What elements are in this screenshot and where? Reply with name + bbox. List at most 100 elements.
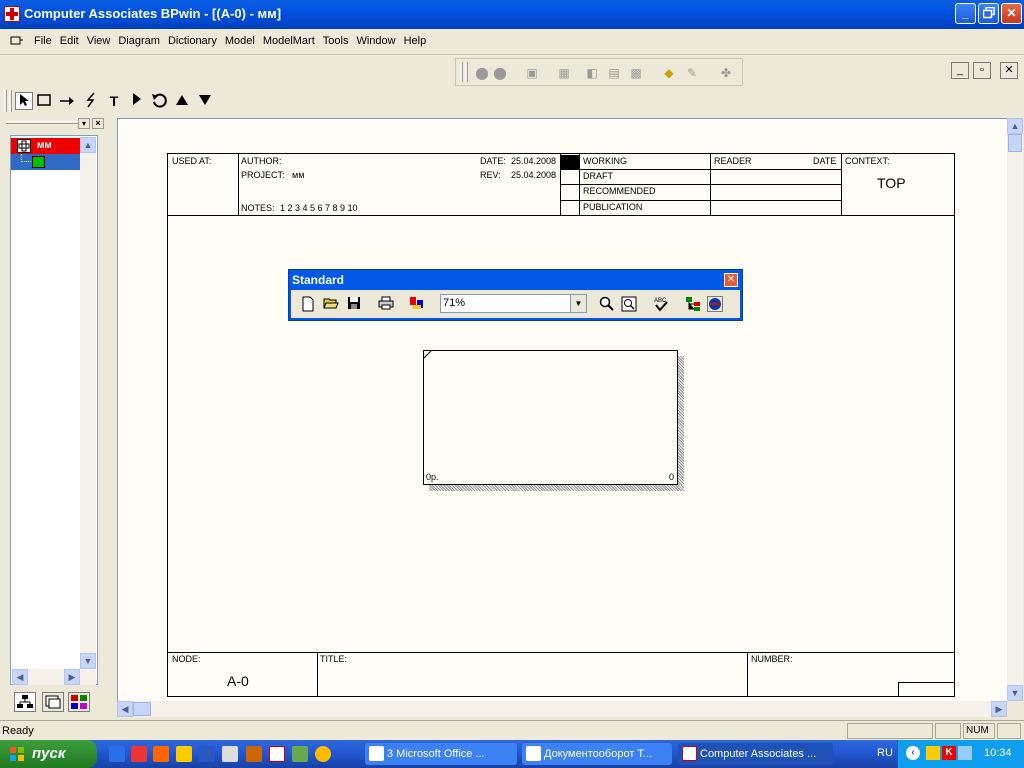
pointer-tool-icon[interactable]: [15, 92, 33, 110]
lock-icon[interactable]: ▣: [524, 65, 540, 81]
report-icon[interactable]: ▤: [606, 65, 622, 81]
pane-grip[interactable]: [6, 121, 78, 124]
quicklaunch-icon-9[interactable]: [292, 746, 308, 762]
close-button[interactable]: ✕: [1001, 3, 1022, 24]
arrow-tool-icon[interactable]: [58, 92, 76, 110]
menu-model[interactable]: Model: [221, 35, 259, 47]
connect-icon[interactable]: ⬤: [474, 65, 490, 81]
canvas-scroll-down-button[interactable]: ▼: [1007, 685, 1023, 701]
model-icon[interactable]: ▦: [556, 65, 572, 81]
text-tool-icon[interactable]: T: [105, 92, 123, 110]
tab-activities[interactable]: [14, 692, 36, 712]
task-microsoft-office[interactable]: 3 Microsoft Office ...: [365, 743, 517, 765]
chevron-down-icon[interactable]: ▼: [570, 295, 586, 312]
color-icon[interactable]: [409, 296, 425, 312]
grid-icon[interactable]: ▩: [628, 65, 644, 81]
open-icon[interactable]: [323, 296, 339, 312]
tray-icon-1[interactable]: [926, 746, 940, 760]
activity-box[interactable]: 0р. 0: [423, 350, 678, 485]
menu-edit[interactable]: Edit: [56, 35, 83, 47]
tree-horizontal-scrollbar[interactable]: ◀ ▶: [12, 669, 96, 685]
squiggle-tool-icon[interactable]: [82, 92, 100, 110]
canvas-hscroll-thumb[interactable]: [133, 702, 151, 716]
tab-diagrams[interactable]: [42, 692, 64, 712]
menu-view[interactable]: View: [83, 35, 115, 47]
canvas-scroll-right-button[interactable]: ▶: [991, 701, 1007, 717]
pane-close-button[interactable]: ×: [92, 118, 104, 129]
quicklaunch-icon-3[interactable]: [153, 746, 169, 762]
menu-tools[interactable]: Tools: [319, 35, 353, 47]
canvas-scroll-up-button[interactable]: ▲: [1007, 118, 1023, 134]
network-icon[interactable]: [958, 746, 972, 760]
task-documentooborot[interactable]: Документооборот Т...: [522, 743, 672, 765]
window-title: Computer Associates BPwin - [(A-0) - мм]: [24, 6, 282, 21]
canvas-vscroll-thumb[interactable]: [1008, 134, 1022, 152]
canvas-horizontal-scrollbar[interactable]: ◀ ▶: [117, 701, 1007, 717]
restore-button[interactable]: [978, 3, 999, 24]
antivirus-icon[interactable]: K: [942, 746, 956, 760]
quicklaunch-icon-7[interactable]: [246, 746, 262, 762]
menu-help[interactable]: Help: [400, 35, 431, 47]
minimize-button[interactable]: _: [955, 3, 976, 24]
project-value: мм: [292, 170, 305, 180]
menu-dictionary[interactable]: Dictionary: [164, 35, 221, 47]
mdi-minimize-button[interactable]: _: [951, 62, 969, 79]
users-icon[interactable]: ◆: [661, 65, 677, 81]
outlook-icon[interactable]: [176, 746, 192, 762]
bpwin-quicklaunch-icon[interactable]: [269, 746, 285, 762]
model-explorer-icon[interactable]: [685, 296, 701, 312]
go-to-child-icon[interactable]: [128, 92, 146, 110]
tree-root-item[interactable]: мм: [11, 138, 81, 154]
document-icon[interactable]: [10, 35, 24, 47]
taskbar: пуск 3 Microsoft Office ... Документообо…: [0, 740, 1024, 768]
canvas-vertical-scrollbar[interactable]: ▲ ▼: [1007, 118, 1023, 701]
mdi-close-button[interactable]: ✕: [1000, 62, 1018, 79]
zoom-select[interactable]: 71% ▼: [440, 294, 587, 313]
quicklaunch-icon-2[interactable]: [131, 746, 147, 762]
tree-scroll-left-button[interactable]: ◀: [12, 669, 28, 685]
canvas-scroll-left-button[interactable]: ◀: [117, 701, 133, 717]
zoom-value: 71%: [443, 297, 466, 309]
settings-icon[interactable]: ✎: [684, 65, 700, 81]
tree-vertical-scrollbar[interactable]: ▲ ▼: [80, 137, 96, 685]
clock: 10:34: [984, 747, 1012, 759]
people-icon[interactable]: ✤: [718, 65, 734, 81]
show-desktop-icon[interactable]: [222, 746, 238, 762]
internet-explorer-icon[interactable]: [109, 746, 125, 762]
task-computer-associates[interactable]: Computer Associates ...: [678, 743, 833, 765]
word-icon[interactable]: [199, 746, 215, 762]
menu-window[interactable]: Window: [352, 35, 399, 47]
zoom-in-icon[interactable]: [599, 296, 615, 312]
tray-expand-icon[interactable]: ‹: [906, 746, 920, 760]
tab-objects[interactable]: [68, 692, 90, 712]
pane-pin-button[interactable]: ▾: [78, 118, 90, 129]
menu-modelmart[interactable]: ModelMart: [259, 35, 319, 47]
tree-scroll-up-button[interactable]: ▲: [80, 137, 96, 153]
standard-toolbar-title[interactable]: Standard: [292, 273, 344, 287]
tree-child-item[interactable]: [11, 154, 81, 170]
spellcheck-icon[interactable]: ABC: [653, 296, 669, 312]
start-button[interactable]: пуск: [0, 740, 97, 768]
start-label: пуск: [32, 745, 66, 762]
go-down-icon[interactable]: [196, 92, 214, 110]
disconnect-icon[interactable]: ⬤: [492, 65, 508, 81]
menu-diagram[interactable]: Diagram: [114, 35, 164, 47]
standard-toolbar-close-button[interactable]: ✕: [724, 273, 738, 287]
status-recommended: RECOMMENDED: [583, 186, 656, 196]
media-player-icon[interactable]: [315, 746, 331, 762]
activity-browser-icon[interactable]: [707, 296, 723, 312]
mdi-restore-button[interactable]: ▫: [973, 62, 991, 79]
box-tool-icon[interactable]: [35, 92, 53, 110]
menu-file[interactable]: File: [30, 35, 56, 47]
new-icon[interactable]: [300, 296, 316, 312]
language-indicator[interactable]: RU: [877, 747, 893, 759]
tree-scroll-right-button[interactable]: ▶: [64, 669, 80, 685]
print-icon[interactable]: [378, 296, 394, 312]
go-to-parent-icon[interactable]: [173, 92, 191, 110]
bpwin-task-icon: [682, 746, 697, 761]
merge-icon[interactable]: ◧: [584, 65, 600, 81]
undo-icon[interactable]: [150, 92, 168, 110]
zoom-out-icon[interactable]: [621, 296, 637, 312]
save-icon[interactable]: [346, 296, 362, 312]
tree-scroll-down-button[interactable]: ▼: [80, 653, 96, 669]
